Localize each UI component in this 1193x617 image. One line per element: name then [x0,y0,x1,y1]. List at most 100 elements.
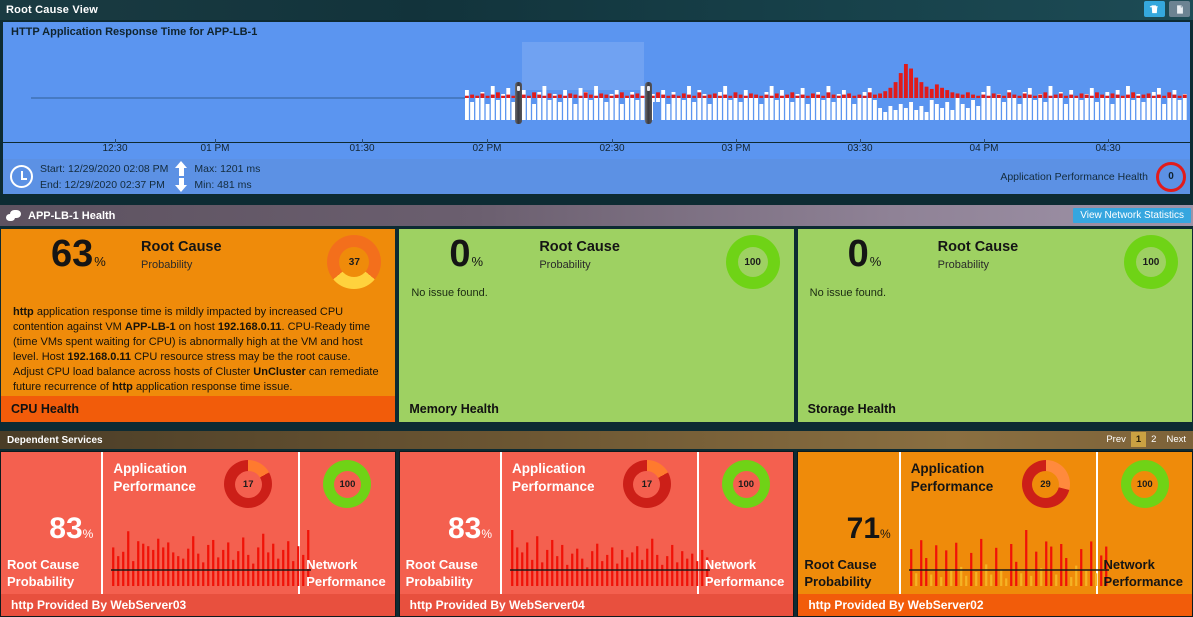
network-performance-gauge: 100 [323,460,372,508]
bubbles-icon [6,209,22,222]
service-root-cause-percent: 83% [448,514,492,544]
gauge-value: 17 [234,470,262,498]
root-cause-title: Root Cause [937,239,1019,255]
root-cause-percent: 0% [449,235,483,273]
service-root-cause-percent: 83% [49,514,93,544]
selection-times: Start: 12/29/2020 02:08 PM End: 12/29/20… [40,161,168,193]
axis-tick-label: 12:30 [102,143,128,154]
application-performance-gauge: 17 [224,460,273,508]
report-icon[interactable] [1169,1,1190,17]
application-performance-label: Application Performance [113,461,196,494]
service-root-cause-percent: 71% [847,514,891,544]
chart-info-strip: Start: 12/29/2020 02:08 PM End: 12/29/20… [2,159,1191,195]
gauge-value: 17 [633,470,661,498]
range-handle-left[interactable] [515,82,522,124]
health-gauge: 37 [327,235,382,289]
selection-start: Start: 12/29/2020 02:08 PM [40,162,169,175]
no-issue-note: No issue found. [411,287,488,299]
health-card-memory[interactable]: 0% Root Cause Probability 100 No issue found… [398,228,795,423]
response-time-sparkline [111,530,311,586]
service-app-performance-section: Application Performance 17 [103,452,300,594]
health-card-footer-label: CPU Health [1,396,396,422]
pagination: Prev 1 2 Next [1101,432,1191,447]
service-root-cause-section: 83% Root Cause Probability [1,452,104,594]
health-card-storage[interactable]: 0% Root Cause Probability 100 No issue found… [796,228,1193,423]
root-cause-percent: 63% [51,235,106,273]
application-performance-gauge: 29 [1021,460,1070,508]
pager-next-button[interactable]: Next [1161,432,1191,447]
dependent-service-card[interactable]: 83% Root Cause Probability Application Perfo… [398,451,795,617]
service-card-body: 83% Root Cause Probability Application Perfo… [400,452,794,594]
service-root-cause-label: Root Cause Probability [7,557,80,589]
health-card-cpu[interactable]: 63% Root Cause Probability 37 http applicati… [0,228,397,423]
clock-icon [10,165,33,188]
pager-page-1[interactable]: 1 [1130,432,1147,447]
dependent-services-header: Dependent Services Prev 1 2 Next [0,431,1193,449]
root-cause-subtitle: Probability [937,259,990,271]
axis-tick-label: 01 PM [200,143,230,154]
dependent-services-row: 83% Root Cause Probability Application Perfo… [0,451,1193,617]
health-gauge: 100 [1123,235,1178,289]
range-handle-right[interactable] [645,82,652,124]
application-performance-health: Application Performance Health 0 [1000,161,1190,192]
axis-tick-label: 04 PM [969,143,999,154]
gauge-value: 37 [339,247,370,277]
service-app-performance-section: Application Performance 29 [901,452,1098,594]
no-issue-note: No issue found. [809,287,887,299]
root-cause-title: Root Cause [539,239,620,255]
gauge-value: 100 [1131,470,1159,498]
min-max-values: Max: 1201 ms Min: 481 ms [194,161,260,193]
health-card-body: 0% Root Cause Probability 100 No issue found… [399,229,793,396]
trash-icon[interactable] [1144,1,1165,17]
axis-tick-label: 02 PM [472,143,502,154]
chart-plot-area[interactable] [3,42,1192,144]
application-performance-gauge: 17 [622,460,671,508]
percent-value: 71 [846,512,881,545]
application-performance-label: Application Performance [512,461,595,494]
health-gauge: 100 [725,235,780,289]
axis-tick-label: 01:30 [349,143,375,154]
dependent-service-card[interactable]: 71% Root Cause Probability Application Perfo… [797,451,1193,617]
gauge-value: 100 [1135,247,1166,277]
percent-unit: % [94,254,106,269]
chart-time-axis: 12:30 01 PM 01:30 02 PM 02:30 03 PM 03:30 04 PM… [2,139,1191,159]
gauge-value: 100 [737,247,768,277]
health-cards-row: 63% Root Cause Probability 37 http applicati… [0,228,1193,423]
health-section-title: APP-LB-1 Health [28,209,116,222]
root-cause-description: http application response time is mildly… [13,306,379,393]
service-card-body: 83% Root Cause Probability Application Perfo… [1,452,395,594]
max-value: Max: 1201 ms [194,162,261,175]
selection-end: End: 12/29/2020 02:37 PM [40,178,165,191]
pager-prev-button[interactable]: Prev [1101,432,1131,447]
axis-tick-label: 03 PM [721,143,751,154]
network-performance-gauge: 100 [722,460,771,508]
pager-page-2[interactable]: 2 [1146,432,1161,447]
application-performance-label: Application Performance [910,461,994,494]
service-network-performance-section: 100 Network Performance [1098,452,1192,594]
response-time-chart-panel: HTTP Application Response Time for APP-L… [2,21,1191,143]
percent-value: 0 [847,233,869,275]
percent-value: 0 [449,233,471,275]
min-max-arrows-icon [172,160,190,193]
titlebar-actions [1144,1,1190,17]
percent-value: 83 [447,512,482,545]
health-card-body: 63% Root Cause Probability 37 http applicati… [1,229,395,396]
dependent-service-card[interactable]: 83% Root Cause Probability Application Perfo… [0,451,396,617]
app-health-badge: 0 [1156,161,1186,192]
service-root-cause-label: Root Cause Probability [804,557,877,589]
axis-tick-label: 03:30 [847,143,873,154]
percent-unit: % [869,254,882,269]
network-performance-gauge: 100 [1120,460,1169,508]
chart-title: HTTP Application Response Time for APP-L… [11,26,258,38]
axis-tick-label: 02:30 [599,143,625,154]
percent-value: 83 [49,512,83,545]
root-cause-percent: 0% [848,235,882,273]
service-card-footer-label: http Provided By WebServer02 [798,594,1193,616]
dependent-services-title: Dependent Services [7,434,103,446]
service-app-performance-section: Application Performance 17 [502,452,699,594]
service-card-footer-label: http Provided By WebServer04 [399,594,794,616]
response-time-sparkline [909,530,1109,586]
view-network-statistics-button[interactable]: View Network Statistics [1073,208,1191,223]
window-titlebar: Root Cause View [0,0,1193,20]
health-card-footer-label: Storage Health [797,396,1192,422]
